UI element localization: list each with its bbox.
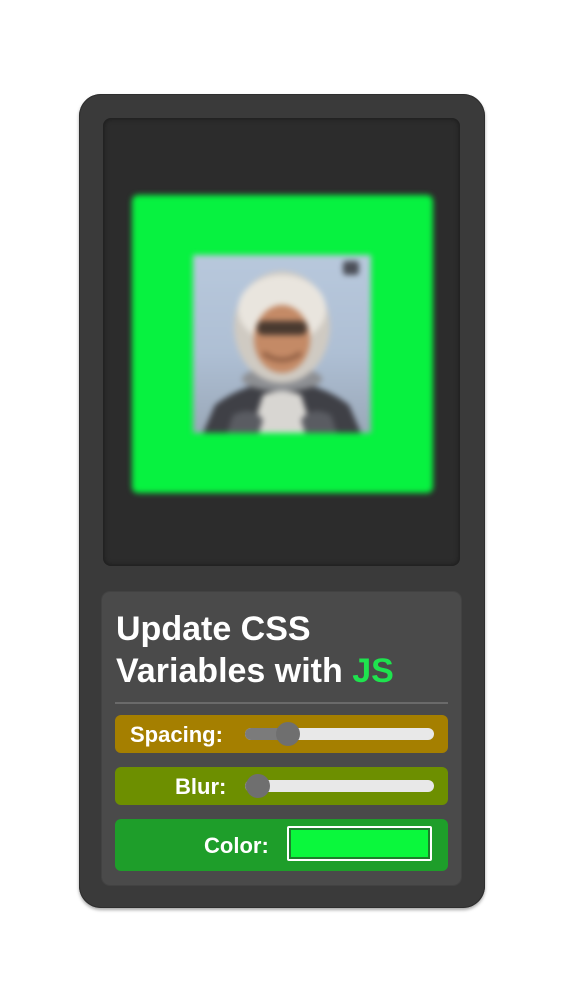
color-swatch (291, 830, 428, 857)
title-accent: JS (352, 652, 394, 690)
image-stage (103, 118, 460, 566)
app-card: Update CSS Variables with JS Spacing: Bl… (79, 94, 485, 908)
spacing-control: Spacing: (115, 715, 448, 753)
blur-slider-thumb[interactable] (246, 774, 271, 798)
blur-control: Blur: (115, 767, 448, 805)
color-picker[interactable] (287, 826, 432, 861)
spacing-label: Spacing: (130, 722, 223, 747)
blur-slider[interactable] (245, 774, 434, 798)
spacing-slider-thumb[interactable] (276, 722, 301, 746)
color-control: Color: (115, 819, 448, 871)
title-text: Update CSS Variables with (116, 610, 343, 690)
color-label: Color: (204, 833, 269, 858)
astronaut-image (193, 255, 371, 433)
divider (115, 702, 448, 704)
spacing-slider[interactable] (245, 722, 434, 746)
controls-panel: Update CSS Variables with JS Spacing: Bl… (102, 592, 461, 885)
page-title: Update CSS Variables with JS (116, 608, 446, 692)
blur-label: Blur: (175, 774, 227, 799)
